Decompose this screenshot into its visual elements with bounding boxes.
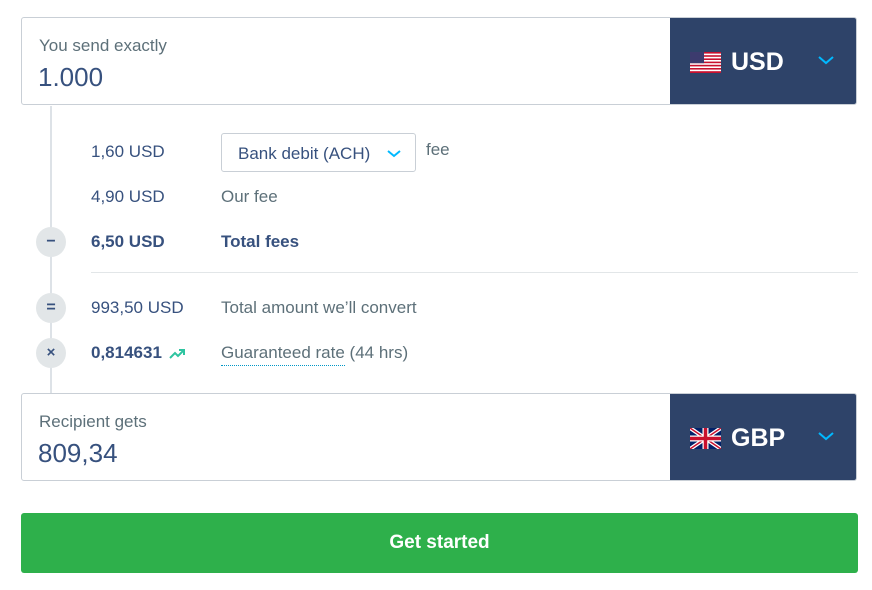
receive-label: Recipient gets <box>39 412 147 431</box>
receive-amount-box: Recipient gets 809,34 GBP <box>21 393 857 481</box>
chevron-down-icon <box>818 432 834 441</box>
get-started-button[interactable]: Get started <box>21 513 858 573</box>
send-currency-code: USD <box>731 48 784 76</box>
our-fee-amount: 4,90 USD <box>91 187 165 206</box>
total-fees-row: 6,50 USD Total fees <box>0 227 872 257</box>
send-amount-input[interactable]: 1.000 <box>38 62 103 93</box>
chevron-down-icon <box>818 56 834 65</box>
uk-flag-icon <box>690 428 721 449</box>
total-fees-label: Total fees <box>221 232 300 251</box>
chevron-down-icon <box>387 150 401 158</box>
convert-row: 993,50 USD Total amount we’ll convert <box>0 293 872 323</box>
payment-method-label: Bank debit (ACH) <box>238 144 371 163</box>
exchange-rate-number: 0,814631 <box>91 343 162 362</box>
rate-row: 0,814631 Guaranteed rate (44 hrs) <box>0 338 872 368</box>
method-fee-suffix: fee <box>426 140 450 159</box>
us-flag-icon <box>690 52 721 73</box>
receive-currency-select[interactable]: GBP <box>670 394 856 480</box>
rate-description: Guaranteed rate (44 hrs) <box>221 343 409 366</box>
payment-method-select[interactable]: Bank debit (ACH) <box>221 133 416 172</box>
divider <box>91 272 858 273</box>
convert-label: Total amount we’ll convert <box>221 298 417 317</box>
our-fee-label: Our fee <box>221 187 278 206</box>
send-amount-box: You send exactly 1.000 USD <box>21 17 857 105</box>
guaranteed-rate-link[interactable]: Guaranteed rate <box>221 343 345 366</box>
our-fee-row: 4,90 USD Our fee <box>0 182 872 212</box>
receive-currency-code: GBP <box>731 424 786 452</box>
rate-duration: (44 hrs) <box>349 343 409 362</box>
total-fees-amount: 6,50 USD <box>91 232 165 251</box>
method-fee-amount: 1,60 USD <box>91 142 165 161</box>
exchange-rate-value: 0,814631 <box>91 343 185 363</box>
send-label: You send exactly <box>39 36 167 55</box>
send-currency-select[interactable]: USD <box>670 18 856 104</box>
trending-up-icon <box>168 348 185 359</box>
convert-amount: 993,50 USD <box>91 298 184 317</box>
receive-amount-input[interactable]: 809,34 <box>38 438 118 469</box>
